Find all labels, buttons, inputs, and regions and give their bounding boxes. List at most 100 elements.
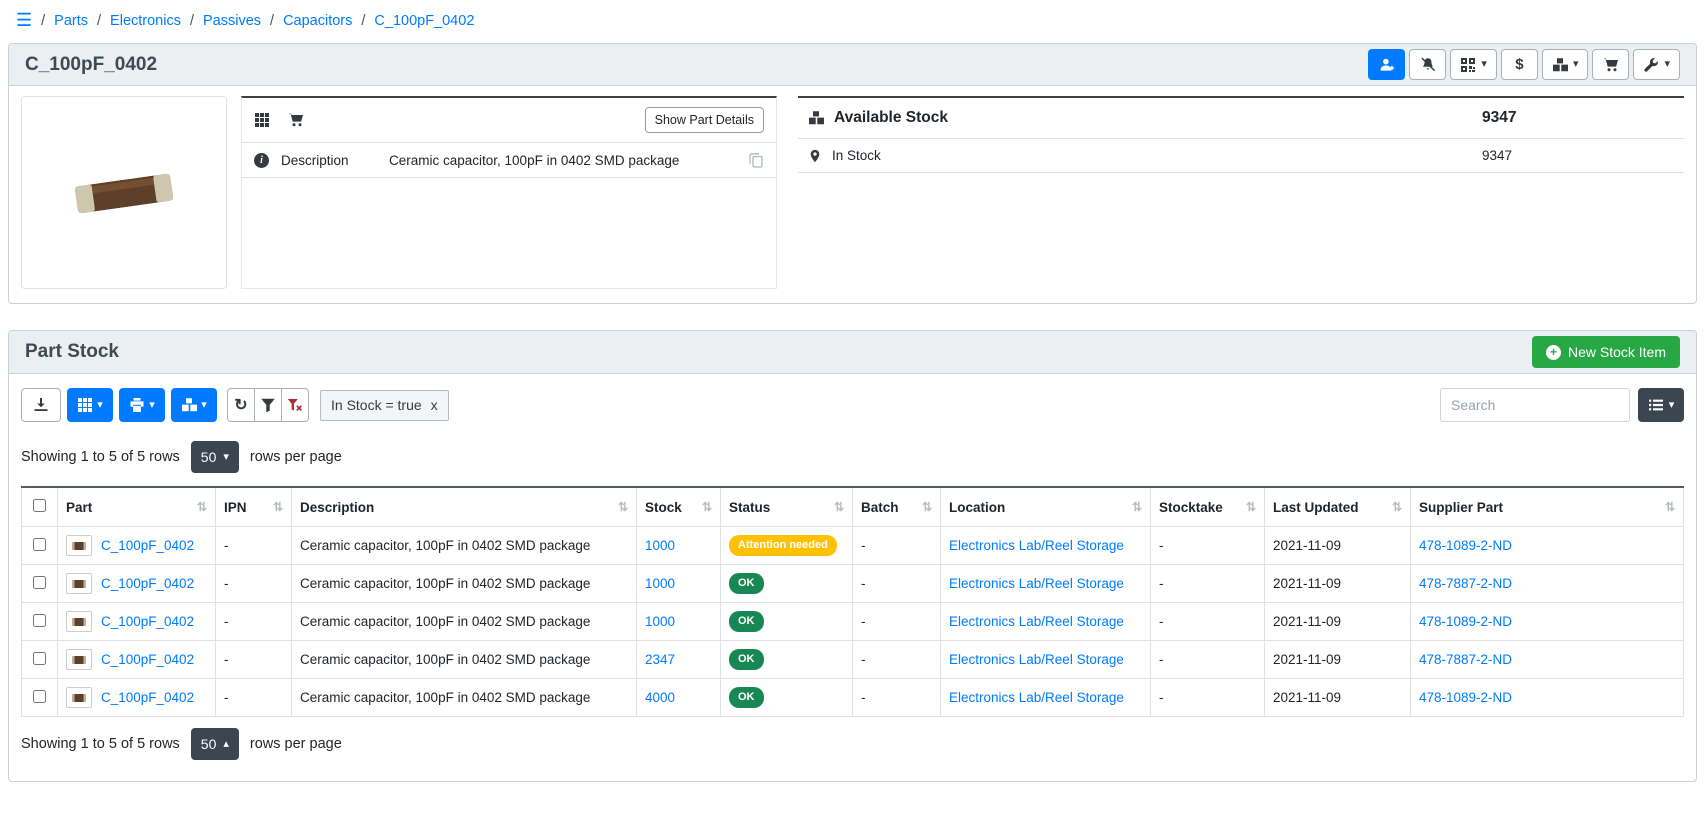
- rows-per-page-text: rows per page: [250, 449, 342, 465]
- column-header-description[interactable]: Description⇅: [292, 487, 637, 527]
- last-updated-cell: 2021-11-09: [1265, 603, 1411, 641]
- breadcrumb-separator: /: [97, 13, 101, 29]
- thumbnail-image: [72, 580, 86, 588]
- show-part-details-button[interactable]: Show Part Details: [645, 107, 764, 133]
- barcode-actions-dropdown[interactable]: ▾: [67, 388, 113, 422]
- stock-options-dropdown[interactable]: ▾: [171, 388, 217, 422]
- breadcrumb-item-capacitors[interactable]: Capacitors: [283, 13, 352, 29]
- column-header-supplier-part[interactable]: Supplier Part⇅: [1411, 487, 1684, 527]
- breadcrumb-item-passives[interactable]: Passives: [203, 13, 261, 29]
- part-thumbnail[interactable]: [66, 535, 92, 556]
- search-input[interactable]: [1440, 388, 1630, 422]
- supplier-part-link[interactable]: 478-7887-2-ND: [1419, 576, 1512, 591]
- pricing-button[interactable]: $: [1501, 49, 1538, 80]
- part-link[interactable]: C_100pF_0402: [101, 614, 194, 629]
- chevron-up-icon: ▴: [223, 739, 229, 750]
- order-part-button[interactable]: [1592, 49, 1629, 80]
- column-header-ipn[interactable]: IPN⇅: [216, 487, 292, 527]
- filter-icon: [260, 397, 276, 413]
- part-thumbnail[interactable]: [66, 573, 92, 594]
- table-row: C_100pF_0402 - Ceramic capacitor, 100pF …: [22, 603, 1684, 641]
- menu-icon[interactable]: ☰: [16, 10, 32, 31]
- print-actions-dropdown[interactable]: ▾: [119, 388, 165, 422]
- row-checkbox[interactable]: [33, 614, 46, 627]
- notifications-off-button[interactable]: [1409, 49, 1446, 80]
- location-link[interactable]: Electronics Lab/Reel Storage: [949, 652, 1124, 667]
- column-header-stock[interactable]: Stock⇅: [637, 487, 721, 527]
- stock-actions-button[interactable]: ▾: [1542, 49, 1589, 80]
- part-link[interactable]: C_100pF_0402: [101, 576, 194, 591]
- filter-button[interactable]: [254, 388, 282, 422]
- stocktake-cell: -: [1151, 565, 1265, 603]
- part-image[interactable]: [21, 96, 227, 289]
- batch-cell: -: [853, 603, 941, 641]
- user-subscription-button[interactable]: [1368, 49, 1405, 80]
- location-link[interactable]: Electronics Lab/Reel Storage: [949, 538, 1124, 553]
- breadcrumb-item-electronics[interactable]: Electronics: [110, 13, 181, 29]
- part-link[interactable]: C_100pF_0402: [101, 652, 194, 667]
- column-label: Stocktake: [1159, 500, 1223, 515]
- description-cell: Ceramic capacitor, 100pF in 0402 SMD pac…: [292, 641, 637, 679]
- filter-chip-remove[interactable]: x: [431, 397, 438, 413]
- breadcrumb-item-parts[interactable]: Parts: [54, 13, 88, 29]
- select-all-checkbox[interactable]: [33, 499, 46, 512]
- page-size-button[interactable]: 50 ▴: [191, 728, 239, 760]
- column-label: Last Updated: [1273, 500, 1359, 515]
- row-checkbox[interactable]: [33, 652, 46, 665]
- table-view-dropdown[interactable]: ▾: [1638, 388, 1684, 422]
- row-checkbox[interactable]: [33, 576, 46, 589]
- ipn-cell: -: [216, 527, 292, 565]
- stock-link[interactable]: 1000: [645, 576, 675, 591]
- status-badge: OK: [729, 649, 764, 669]
- column-header-batch[interactable]: Batch⇅: [853, 487, 941, 527]
- column-header-part[interactable]: Part⇅: [58, 487, 216, 527]
- location-link[interactable]: Electronics Lab/Reel Storage: [949, 690, 1124, 705]
- part-details-area: Show Part Details i Description Ceramic …: [9, 86, 1696, 303]
- part-thumbnail[interactable]: [66, 687, 92, 708]
- refresh-button[interactable]: ↻: [227, 388, 255, 422]
- sort-icon: ⇅: [1246, 500, 1256, 514]
- stock-link[interactable]: 2347: [645, 652, 675, 667]
- column-label: Description: [300, 500, 374, 515]
- part-thumbnail[interactable]: [66, 611, 92, 632]
- copy-icon[interactable]: [748, 152, 764, 168]
- breadcrumb-item-current-part[interactable]: C_100pF_0402: [374, 13, 474, 29]
- location-link[interactable]: Electronics Lab/Reel Storage: [949, 576, 1124, 591]
- barcode-actions-button[interactable]: ▾: [1450, 49, 1497, 80]
- breadcrumb: ☰ / Parts / Electronics / Passives / Cap…: [8, 6, 1697, 43]
- cart-icon[interactable]: [288, 112, 304, 128]
- part-thumbnail[interactable]: [66, 649, 92, 670]
- stocktake-cell: -: [1151, 527, 1265, 565]
- column-header-last-updated[interactable]: Last Updated⇅: [1265, 487, 1411, 527]
- clear-filters-button[interactable]: [281, 388, 309, 422]
- grid-icon: [77, 397, 93, 413]
- new-stock-item-button[interactable]: + New Stock Item: [1532, 336, 1680, 368]
- sort-icon: ⇅: [273, 500, 283, 514]
- column-header-location[interactable]: Location⇅: [941, 487, 1151, 527]
- stock-link[interactable]: 4000: [645, 690, 675, 705]
- chevron-down-icon: ▾: [97, 400, 103, 411]
- part-link[interactable]: C_100pF_0402: [101, 538, 194, 553]
- stock-link[interactable]: 1000: [645, 538, 675, 553]
- part-link[interactable]: C_100pF_0402: [101, 690, 194, 705]
- row-checkbox[interactable]: [33, 690, 46, 703]
- column-header-status[interactable]: Status⇅: [721, 487, 853, 527]
- part-actions-button[interactable]: ▾: [1633, 49, 1680, 80]
- grid-view-icon[interactable]: [254, 112, 270, 128]
- column-header-stocktake[interactable]: Stocktake ⇅: [1151, 487, 1265, 527]
- breadcrumb-separator: /: [190, 13, 194, 29]
- bell-slash-icon: [1420, 57, 1436, 73]
- rows-per-page-text: rows per page: [250, 736, 342, 752]
- chevron-down-icon: ▾: [149, 400, 155, 411]
- download-button[interactable]: [21, 388, 61, 422]
- supplier-part-link[interactable]: 478-1089-2-ND: [1419, 614, 1512, 629]
- page-size-button[interactable]: 50 ▾: [191, 441, 239, 473]
- stock-link[interactable]: 1000: [645, 614, 675, 629]
- supplier-part-link[interactable]: 478-7887-2-ND: [1419, 652, 1512, 667]
- location-link[interactable]: Electronics Lab/Reel Storage: [949, 614, 1124, 629]
- in-stock-label: In Stock: [832, 148, 1472, 163]
- supplier-part-link[interactable]: 478-1089-2-ND: [1419, 538, 1512, 553]
- supplier-part-link[interactable]: 478-1089-2-ND: [1419, 690, 1512, 705]
- ipn-cell: -: [216, 603, 292, 641]
- row-checkbox[interactable]: [33, 538, 46, 551]
